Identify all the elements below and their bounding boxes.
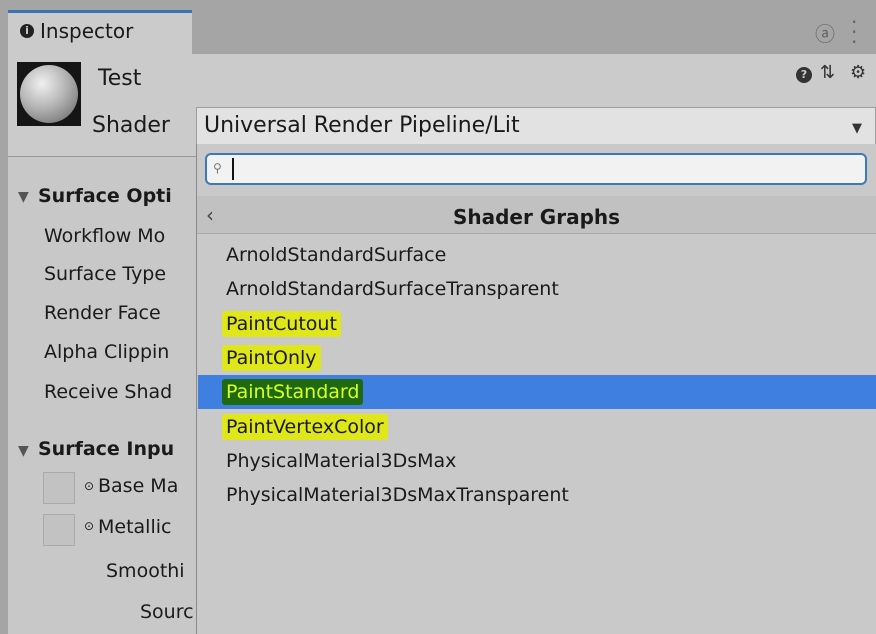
kebab-menu-icon[interactable]: · · · xyxy=(851,12,857,52)
property-label: Alpha Clippin xyxy=(44,341,170,363)
property-label: Receive Shad xyxy=(44,381,173,403)
target-icon[interactable]: ⊙ xyxy=(84,479,94,493)
shader-list-item[interactable]: PaintStandard xyxy=(198,375,876,409)
shader-list-item[interactable]: ArnoldStandardSurfaceTransparent xyxy=(198,272,876,306)
material-sphere-icon xyxy=(20,65,78,123)
property-label: Sourc xyxy=(140,601,194,623)
shader-list-item[interactable]: ArnoldStandardSurface xyxy=(198,238,876,272)
shader-list-item[interactable]: PhysicalMaterial3DsMax xyxy=(198,444,876,478)
shader-item-label: ArnoldStandardSurface xyxy=(226,244,447,266)
search-input[interactable] xyxy=(205,153,867,185)
shader-item-label: PaintCutout xyxy=(222,311,341,337)
inspector-properties: ▼ Surface Opti Workflow Mo Surface Type … xyxy=(8,157,196,634)
gear-icon[interactable]: ⚙ xyxy=(850,62,866,83)
shader-list-item[interactable]: PaintCutout xyxy=(198,307,876,341)
popup-title: Shader Graphs xyxy=(452,205,621,229)
tab-title: Inspector xyxy=(40,19,134,43)
help-icon[interactable]: ? xyxy=(796,67,812,83)
text-caret xyxy=(232,158,234,180)
shader-list-item[interactable]: PaintVertexColor xyxy=(198,410,876,444)
property-label: Workflow Mo xyxy=(44,225,166,247)
shader-list-item[interactable]: PaintOnly xyxy=(198,341,876,375)
property-label: Base Ma xyxy=(98,475,179,497)
shader-list-item[interactable]: PhysicalMaterial3DsMaxTransparent xyxy=(198,478,876,512)
search-icon: ⚲ xyxy=(213,161,222,175)
shader-label: Shader xyxy=(92,113,170,138)
shader-item-label: PaintStandard xyxy=(222,379,364,405)
shader-item-label: PhysicalMaterial3DsMaxTransparent xyxy=(226,484,569,506)
foldout-surface-options[interactable]: Surface Opti xyxy=(38,185,172,207)
foldout-triangle-icon[interactable]: ▼ xyxy=(18,443,29,459)
texture-slot[interactable] xyxy=(43,514,75,546)
material-name: Test xyxy=(98,66,142,91)
property-label: Smoothi xyxy=(106,560,185,582)
foldout-surface-inputs[interactable]: Surface Inpu xyxy=(38,438,174,460)
shader-dropdown-value: Universal Render Pipeline/Lit xyxy=(204,113,520,138)
target-icon[interactable]: ⊙ xyxy=(84,519,94,533)
left-edge xyxy=(0,54,8,634)
info-icon: i xyxy=(20,24,34,38)
preset-icon[interactable]: ⇅ xyxy=(820,62,835,83)
texture-slot[interactable] xyxy=(43,472,75,504)
shader-item-label: PaintVertexColor xyxy=(222,414,388,440)
shader-item-label: ArnoldStandardSurfaceTransparent xyxy=(226,278,559,300)
property-label: Surface Type xyxy=(44,263,167,285)
chevron-down-icon: ▼ xyxy=(852,121,862,136)
lock-icon[interactable]: ⓐ xyxy=(815,18,835,47)
shader-item-label: PaintOnly xyxy=(222,345,321,371)
shader-item-label: PhysicalMaterial3DsMax xyxy=(226,450,457,472)
property-label: Metallic xyxy=(98,516,172,538)
property-label: Render Face xyxy=(44,302,161,324)
foldout-triangle-icon[interactable]: ▼ xyxy=(18,189,29,205)
